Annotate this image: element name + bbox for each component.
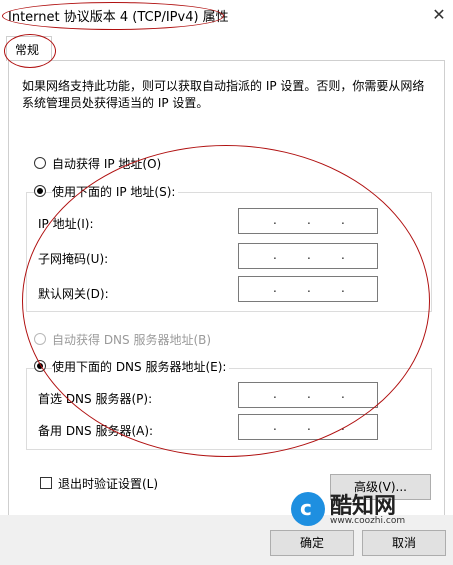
manual-ip-radio[interactable] [34,185,46,197]
watermark-logo-icon: c [291,492,325,526]
validate-label: 退出时验证设置(L) [58,477,159,491]
validate-checkbox[interactable] [40,477,52,489]
close-icon[interactable]: ✕ [428,4,450,26]
tab-annotation-ellipse [4,34,56,68]
settings-annotation-ellipse [22,145,430,457]
title-annotation-ellipse [2,2,224,30]
watermark-url: www.coozhi.com [330,516,406,526]
cancel-button[interactable]: 取消 [362,530,446,556]
auto-ip-radio[interactable] [34,157,46,169]
ok-button[interactable]: 确定 [270,530,354,556]
description-text: 如果网络支持此功能，则可以获取自动指派的 IP 设置。否则，你需要从网络系统管理… [22,79,425,110]
